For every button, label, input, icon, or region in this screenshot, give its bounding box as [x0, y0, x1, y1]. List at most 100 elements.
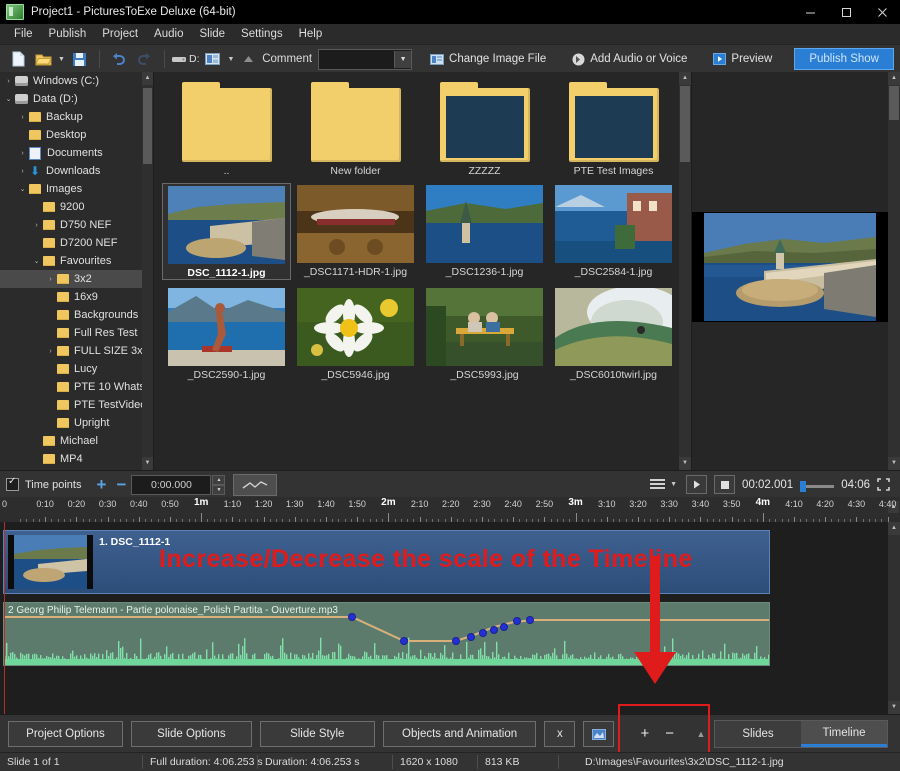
- keyframe-point[interactable]: [349, 614, 355, 620]
- tree-item-pte-testvideos[interactable]: PTE TestVideos: [0, 396, 153, 414]
- expander-icon[interactable]: ›: [44, 348, 57, 355]
- tree-item-data-d-[interactable]: ⌄ Data (D:): [0, 90, 153, 108]
- tree-item-full-res-test[interactable]: Full Res Test: [0, 324, 153, 342]
- slide-style-button[interactable]: Slide Style: [259, 721, 375, 747]
- preview-scroll-up[interactable]: ▲: [888, 72, 900, 85]
- tree-item-d7200-nef[interactable]: D7200 NEF: [0, 234, 153, 252]
- folder-cell[interactable]: New folder: [291, 80, 420, 177]
- add-time-point-button[interactable]: +: [91, 476, 111, 493]
- expander-icon[interactable]: ›: [16, 114, 29, 121]
- keyframe-point[interactable]: [501, 624, 507, 630]
- file-browser[interactable]: .. New folder ZZZZZ PTE Test Images DSC_111…: [154, 72, 691, 470]
- remove-time-point-button[interactable]: −: [111, 476, 131, 493]
- project-options-button[interactable]: Project Options: [8, 721, 123, 747]
- undo-button[interactable]: [107, 48, 131, 70]
- expander-icon[interactable]: ›: [16, 168, 29, 175]
- tab-slides[interactable]: Slides: [715, 721, 801, 747]
- expander-icon[interactable]: ⌄: [30, 257, 43, 265]
- tree-item-windows-c-[interactable]: › Windows (C:): [0, 72, 153, 90]
- tracks-scroll-down[interactable]: ▼: [888, 701, 900, 714]
- tracks-scroll-up[interactable]: ▲: [888, 522, 900, 535]
- tree-item-michael[interactable]: Michael: [0, 432, 153, 450]
- minimize-button[interactable]: [792, 0, 828, 24]
- view-mode-caret[interactable]: ▼: [226, 56, 237, 63]
- expander-icon[interactable]: ⌄: [2, 95, 15, 103]
- menu-audio[interactable]: Audio: [146, 26, 191, 42]
- expander-icon[interactable]: ›: [2, 78, 15, 85]
- view-mode-button[interactable]: [201, 48, 225, 70]
- browser-scroll-up[interactable]: ▲: [679, 72, 691, 85]
- expander-icon[interactable]: ›: [44, 276, 57, 283]
- menu-publish[interactable]: Publish: [41, 26, 95, 42]
- tree-item-favourites[interactable]: ⌄ Favourites: [0, 252, 153, 270]
- time-point-stepper[interactable]: ▲ ▼: [212, 474, 226, 495]
- preview-scroll-thumb[interactable]: [889, 86, 899, 120]
- open-recent-caret[interactable]: ▼: [56, 56, 67, 63]
- tree-scroll-down[interactable]: ▼: [142, 457, 153, 470]
- tree-item-lucy[interactable]: Lucy: [0, 360, 153, 378]
- timeline-ruler[interactable]: 0 ▲ 0:10 0:20 0:30 0:40 0:50 1m 1:10 1:20 1:30 1:…: [0, 497, 900, 523]
- menu-slide[interactable]: Slide: [191, 26, 233, 42]
- browser-scroll-thumb[interactable]: [680, 86, 690, 162]
- new-project-button[interactable]: [6, 48, 30, 70]
- folder-cell[interactable]: ZZZZZ: [420, 80, 549, 177]
- file-cell[interactable]: _DSC2584-1.jpg: [549, 183, 678, 280]
- tree-item-backgrounds[interactable]: Backgrounds: [0, 306, 153, 324]
- preview-button[interactable]: Preview: [705, 50, 780, 68]
- change-image-file-button[interactable]: Change Image File: [422, 50, 554, 68]
- preview-scroll-down[interactable]: ▼: [888, 457, 900, 470]
- menu-settings[interactable]: Settings: [233, 26, 291, 42]
- file-cell[interactable]: _DSC6010twirl.jpg: [549, 286, 678, 381]
- folder-tree[interactable]: › Windows (C:) ⌄ Data (D:) › Backup Desktop › Do…: [0, 72, 154, 470]
- browser-scrollbar[interactable]: ▲ ▼: [679, 72, 691, 470]
- time-points-checkbox[interactable]: [6, 476, 19, 491]
- redo-button[interactable]: [132, 48, 156, 70]
- up-level-button[interactable]: [237, 48, 261, 70]
- keyframe-point[interactable]: [453, 638, 459, 644]
- file-cell[interactable]: DSC_1112-1.jpg: [162, 183, 291, 280]
- file-cell[interactable]: _DSC1236-1.jpg: [420, 183, 549, 280]
- play-button[interactable]: [686, 475, 708, 494]
- stop-button[interactable]: [714, 475, 736, 494]
- expander-icon[interactable]: ›: [16, 150, 29, 157]
- list-menu-icon[interactable]: [650, 478, 666, 491]
- tab-timeline[interactable]: Timeline: [801, 721, 887, 747]
- drive-selector[interactable]: D:: [172, 48, 200, 70]
- volume-slider[interactable]: [800, 479, 835, 492]
- menu-caret-icon[interactable]: ▼: [668, 481, 679, 488]
- time-point-input[interactable]: 0:00.000: [131, 474, 212, 495]
- tree-item-documents[interactable]: › Documents: [0, 144, 153, 162]
- tree-item-mp4[interactable]: MP4: [0, 450, 153, 468]
- tree-item-downloads[interactable]: › ⬇ Downloads: [0, 162, 153, 180]
- tree-item-3x2[interactable]: › 3x2: [0, 270, 153, 288]
- tree-item-desktop[interactable]: Desktop: [0, 126, 153, 144]
- menu-project[interactable]: Project: [94, 26, 146, 42]
- folder-cell[interactable]: ..: [162, 80, 291, 177]
- keyframe-point[interactable]: [468, 634, 474, 640]
- stepper-up[interactable]: ▲: [212, 474, 226, 485]
- file-cell[interactable]: _DSC2590-1.jpg: [162, 286, 291, 381]
- tree-item-16x9[interactable]: 16x9: [0, 288, 153, 306]
- tree-scroll-thumb[interactable]: [143, 88, 152, 164]
- browser-scroll-down[interactable]: ▼: [679, 457, 691, 470]
- objects-and-animation-button[interactable]: Objects and Animation: [382, 721, 537, 747]
- panel-toggle-button[interactable]: [583, 721, 615, 747]
- keyframe-point[interactable]: [401, 638, 407, 644]
- tree-item-9200[interactable]: 9200: [0, 198, 153, 216]
- menu-help[interactable]: Help: [291, 26, 331, 42]
- expander-icon[interactable]: ›: [30, 222, 43, 229]
- close-panel-button[interactable]: x: [544, 721, 576, 747]
- preview-scrollbar[interactable]: ▲ ▼: [888, 72, 900, 470]
- stepper-down[interactable]: ▼: [212, 484, 226, 495]
- folder-cell[interactable]: PTE Test Images: [549, 80, 678, 177]
- fullscreen-icon[interactable]: [877, 478, 890, 491]
- add-audio-or-voice-button[interactable]: Add Audio or Voice: [564, 50, 695, 69]
- tree-item-backup[interactable]: › Backup: [0, 108, 153, 126]
- tree-scrollbar[interactable]: ▲ ▼: [142, 72, 153, 470]
- timeline-tracks[interactable]: 1. DSC_1112-1 Increase/Decrease the scal…: [0, 522, 900, 714]
- keyframe-point[interactable]: [491, 627, 497, 633]
- tree-scroll-up[interactable]: ▲: [142, 72, 153, 85]
- file-cell[interactable]: _DSC5993.jpg: [420, 286, 549, 381]
- publish-show-button[interactable]: Publish Show: [794, 48, 894, 70]
- file-cell[interactable]: _DSC1171-HDR-1.jpg: [291, 183, 420, 280]
